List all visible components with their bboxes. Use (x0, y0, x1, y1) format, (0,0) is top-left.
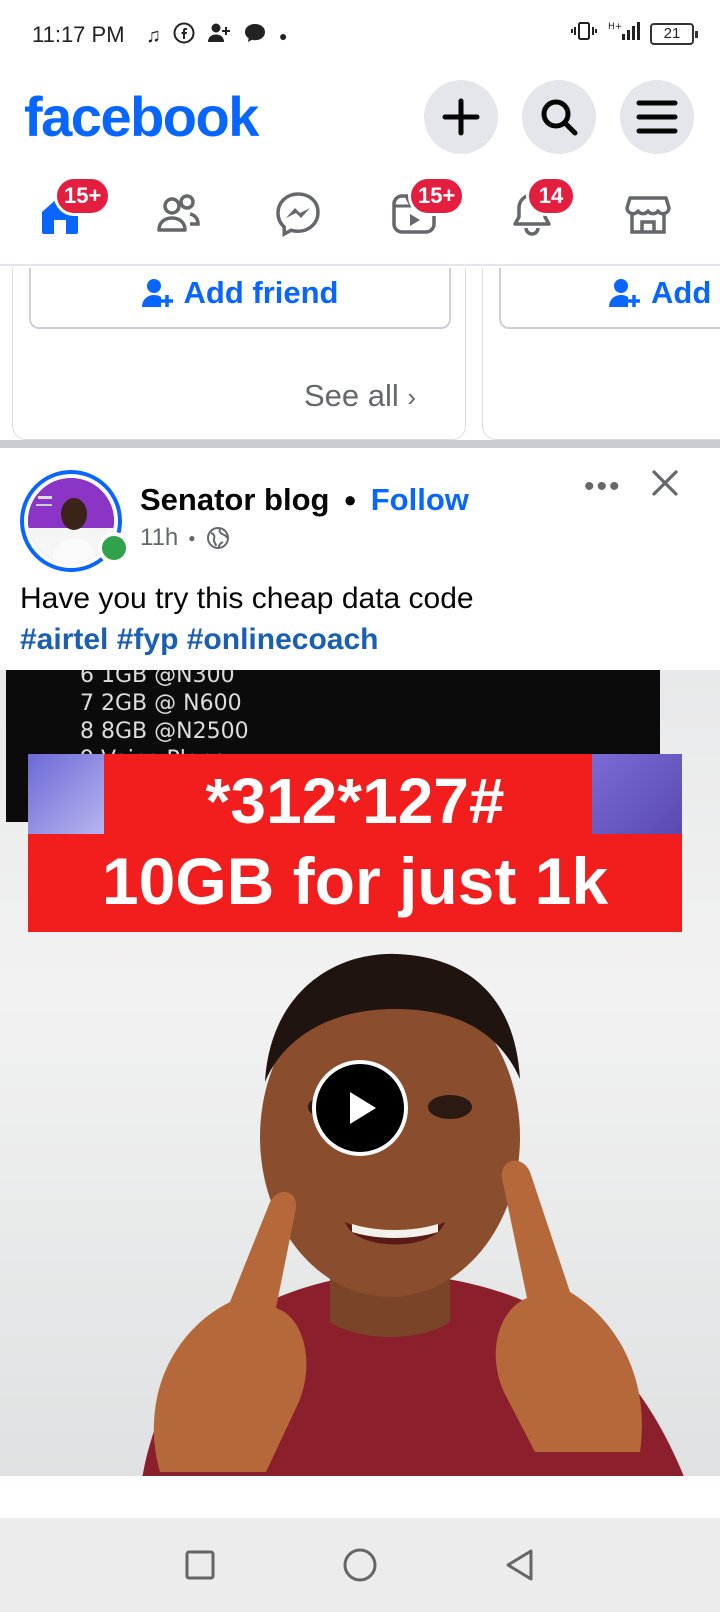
feed-divider (0, 440, 720, 448)
see-all-link[interactable]: See all › (0, 378, 720, 414)
menu-line: 6 1GB @N300 (80, 670, 235, 688)
author-name[interactable]: Senator blog (140, 482, 329, 518)
presenter-figure (142, 953, 684, 1476)
promo-banner: *312*127# 10GB for just 1k (28, 754, 682, 932)
more-notifications-dot-icon: ● (279, 28, 288, 44)
svg-text:H+: H+ (608, 22, 622, 32)
tab-marketplace[interactable] (618, 184, 678, 244)
suggestion-card[interactable]: Add friend (12, 268, 466, 440)
status-time: 11:17 PM (32, 22, 125, 47)
tab-video[interactable]: 15+ (384, 176, 466, 244)
post-meta: 11h ● (140, 524, 230, 552)
notification-icons: ♫ ● (146, 22, 287, 50)
post-hashtags[interactable]: #airtel #fyp #onlinecoach (20, 619, 700, 660)
tab-friends[interactable] (148, 184, 208, 244)
friends-icon (157, 194, 200, 232)
post-body: Have you try this cheap data code #airte… (20, 578, 700, 660)
add-friend-label: Add (651, 275, 712, 310)
music-icon: ♫ (146, 24, 161, 47)
recent-apps-button[interactable] (170, 1535, 230, 1595)
search-icon (541, 99, 578, 136)
status-bar: 11:17 PM ♫ ● H+ 21 (0, 0, 720, 72)
home-system-button[interactable] (330, 1535, 390, 1595)
add-friend-icon (141, 279, 173, 307)
menu-line: 7 2GB @ N600 (80, 691, 242, 716)
vibrate-icon (570, 20, 600, 47)
post-time[interactable]: 11h (140, 524, 178, 552)
facebook-notification-icon (173, 22, 195, 50)
separator-dot: ● (343, 487, 357, 512)
play-icon (350, 1092, 376, 1124)
suggestion-card[interactable]: Add (482, 268, 720, 440)
system-status-icons: H+ 21 (570, 20, 698, 47)
post-header: Senator blog ● Follow (140, 482, 469, 518)
marketplace-icon (625, 196, 671, 234)
play-button[interactable] (312, 1060, 408, 1156)
video-thumbnail[interactable]: 6 1GB @N300 7 2GB @ N600 8 8GB @N2500 9 … (0, 670, 720, 1476)
ussd-code: *312*127# (205, 765, 505, 837)
see-all-label: See all (303, 378, 399, 413)
menu-line: 8 8GB @N2500 (80, 719, 249, 744)
menu-button[interactable] (620, 80, 694, 154)
system-navigation-bar (0, 1518, 720, 1612)
globe-icon (206, 527, 229, 549)
search-button[interactable] (522, 80, 596, 154)
messenger-icon (276, 192, 320, 237)
add-friend-button[interactable]: Add (499, 268, 720, 329)
add-friend-label: Add friend (183, 275, 339, 310)
main-tab-bar: 15+ 15+ 14 (0, 170, 720, 266)
facebook-logo[interactable]: facebook (24, 84, 259, 149)
battery-icon: 21 (650, 22, 698, 45)
separator-dot: ● (188, 531, 196, 545)
hide-post-button[interactable] (650, 468, 680, 503)
square-icon (185, 1550, 215, 1580)
home-badge: 15+ (54, 176, 112, 216)
circle-icon (343, 1548, 377, 1582)
feed-post: Senator blog ● Follow 11h ● ••• Have you… (0, 448, 720, 1518)
follow-button[interactable]: Follow (371, 482, 469, 518)
people-you-may-know: Add friend Add See all › (0, 268, 720, 440)
post-caption: Have you try this cheap data code (20, 582, 474, 615)
friend-request-icon (207, 22, 231, 50)
add-friend-icon (609, 279, 640, 307)
close-icon (652, 470, 678, 496)
back-button[interactable] (490, 1535, 550, 1595)
signal-icon: H+ (608, 20, 642, 47)
tab-messenger[interactable] (268, 184, 328, 244)
offer-text: 10GB for just 1k (101, 844, 609, 918)
tab-notifications[interactable]: 14 (502, 176, 576, 244)
tab-home[interactable]: 15+ (30, 176, 112, 244)
menu-icon (636, 100, 678, 134)
more-options-icon[interactable]: ••• (584, 470, 622, 504)
back-triangle-icon (506, 1549, 533, 1581)
app-header: facebook (0, 72, 720, 168)
online-status-dot (98, 532, 130, 564)
message-notification-icon (243, 22, 267, 50)
video-badge: 15+ (408, 176, 466, 216)
create-button[interactable] (424, 80, 498, 154)
notifications-badge: 14 (526, 176, 576, 216)
add-friend-button[interactable]: Add friend (29, 268, 451, 329)
chevron-right-icon: › (407, 382, 417, 412)
plus-icon (442, 98, 480, 136)
